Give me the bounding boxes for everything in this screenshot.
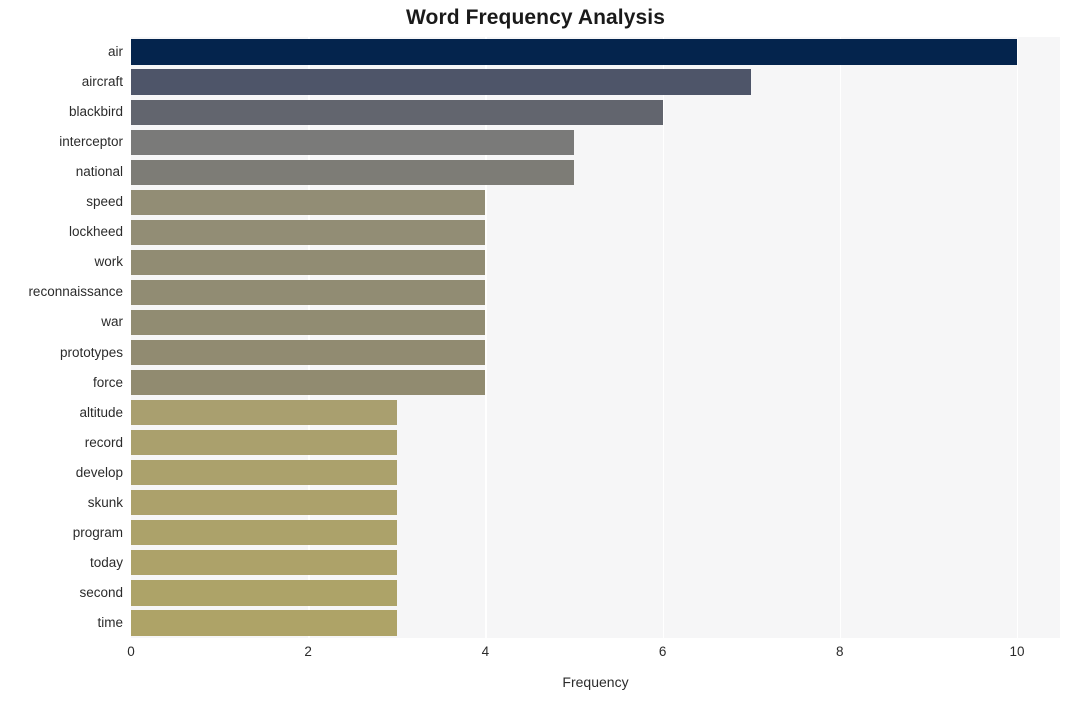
y-tick-label-force: force — [92, 374, 123, 390]
bar-air — [131, 39, 1017, 65]
y-tick-label-work: work — [94, 254, 123, 270]
bar-row — [131, 39, 1060, 65]
y-tick-label-second: second — [79, 584, 123, 600]
bar-row — [131, 159, 1060, 185]
x-tick-label-10: 10 — [1009, 644, 1025, 659]
bar-row — [131, 279, 1060, 306]
bar-national — [131, 159, 574, 185]
bar-prototypes — [131, 339, 486, 366]
bar-reconnaissance — [131, 279, 486, 306]
y-tick-label-time: time — [97, 614, 123, 630]
bar-row — [131, 189, 1060, 215]
chart-title: Word Frequency Analysis — [405, 6, 666, 29]
bar-row — [131, 249, 1060, 275]
bar-row — [131, 129, 1060, 155]
bar-row — [131, 550, 1060, 576]
bar-speed — [131, 189, 486, 215]
bar-war — [131, 309, 486, 336]
y-tick-label-air: air — [107, 44, 123, 60]
bar-row — [131, 369, 1060, 396]
y-tick-label-altitude: altitude — [79, 404, 123, 420]
y-axis: air aircraft blackbird interceptor national s… — [0, 37, 131, 638]
x-tick-label-2: 2 — [304, 644, 312, 659]
y-tick-label-today: today — [89, 554, 123, 570]
y-tick-label-develop: develop — [75, 464, 123, 480]
plot-area — [131, 37, 1060, 638]
bar-program — [131, 520, 397, 546]
y-tick-label-program: program — [72, 524, 123, 540]
y-tick-label-blackbird: blackbird — [68, 104, 123, 120]
bar-today — [131, 550, 397, 576]
y-tick-label-skunk: skunk — [87, 494, 123, 510]
bar-row — [131, 520, 1060, 546]
y-tick-label-national: national — [75, 164, 123, 180]
y-tick-label-prototypes: prototypes — [59, 344, 123, 360]
chart-figure: Word Frequency Analysis air aircraft black… — [0, 0, 1071, 701]
gridline-vertical — [485, 37, 487, 638]
bar-lockheed — [131, 219, 486, 245]
bar-second — [131, 580, 397, 606]
x-tick-label-8: 8 — [836, 644, 844, 659]
x-tick-label-6: 6 — [658, 644, 667, 659]
bar-work — [131, 249, 486, 275]
bar-skunk — [131, 490, 397, 516]
x-tick-label-0: 0 — [127, 644, 135, 659]
bar-row — [131, 460, 1060, 486]
bar-develop — [131, 460, 397, 486]
bar-row — [131, 99, 1060, 125]
x-axis-label: Frequency — [562, 674, 629, 690]
bar-row — [131, 400, 1060, 426]
y-tick-label-lockheed: lockheed — [68, 224, 123, 240]
gridline-vertical — [839, 37, 842, 638]
bar-row — [131, 339, 1060, 366]
bar-row — [131, 69, 1060, 95]
bar-time — [131, 610, 397, 636]
bar-altitude — [131, 400, 397, 426]
gridline-vertical — [308, 37, 310, 638]
x-axis: 0 2 4 6 8 10 — [127, 638, 1060, 668]
bar-row — [131, 430, 1060, 456]
bar-row — [131, 309, 1060, 336]
bar-row — [131, 580, 1060, 606]
gridline-vertical — [662, 37, 664, 638]
y-tick-label-aircraft: aircraft — [81, 74, 123, 90]
bar-aircraft — [131, 69, 752, 95]
y-tick-label-interceptor: interceptor — [59, 134, 123, 150]
bar-row — [131, 490, 1060, 516]
x-tick-label-4: 4 — [481, 644, 490, 659]
y-tick-label-record: record — [84, 434, 123, 450]
bar-row — [131, 610, 1060, 636]
bar-record — [131, 430, 397, 456]
bar-blackbird — [131, 99, 663, 125]
y-tick-label-reconnaissance: reconnaissance — [28, 284, 123, 300]
bar-force — [131, 369, 486, 396]
bar-row — [131, 219, 1060, 245]
y-tick-label-speed: speed — [86, 194, 123, 210]
bar-interceptor — [131, 129, 574, 155]
y-tick-label-war: war — [101, 314, 123, 330]
gridline-vertical — [1017, 37, 1019, 638]
